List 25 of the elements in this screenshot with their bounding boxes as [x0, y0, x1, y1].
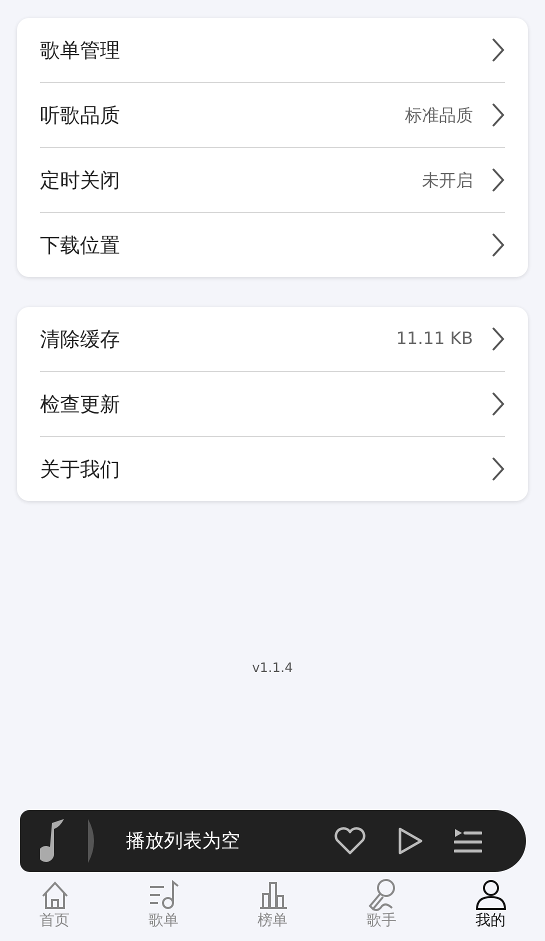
music-note-icon: [40, 819, 66, 863]
setting-value: 11.11 KB: [396, 329, 473, 349]
setting-label[interactable]: 定时关闭: [40, 166, 422, 194]
setting-label[interactable]: 歌单管理: [40, 36, 491, 64]
chevron-icon: [491, 102, 505, 128]
chevron-icon: [491, 326, 505, 352]
chevron-icon: [491, 456, 505, 482]
setting-label[interactable]: 清除缓存: [40, 326, 396, 352]
setting-value: 未开启: [422, 170, 473, 192]
setting-label[interactable]: 下载位置: [40, 232, 491, 258]
setting-label[interactable]: 关于我们: [40, 456, 491, 482]
setting-label[interactable]: 听歌品质: [40, 102, 405, 128]
chevron-icon: [491, 232, 505, 258]
chevron-icon: [491, 167, 505, 193]
person-icon: [474, 878, 508, 912]
version-text: v1.1.4: [252, 661, 293, 676]
nav-tab[interactable]: 我的: [450, 878, 530, 929]
player-status: 播放列表为空: [126, 829, 241, 854]
setting-label[interactable]: 检查更新: [40, 390, 491, 418]
chevron-icon: [491, 37, 505, 63]
play-button[interactable]: [396, 826, 424, 856]
setting-value: 标准品质: [405, 104, 473, 126]
like-button[interactable]: [334, 827, 366, 855]
playlist-button[interactable]: [454, 828, 482, 854]
chevron-icon: [491, 391, 505, 417]
